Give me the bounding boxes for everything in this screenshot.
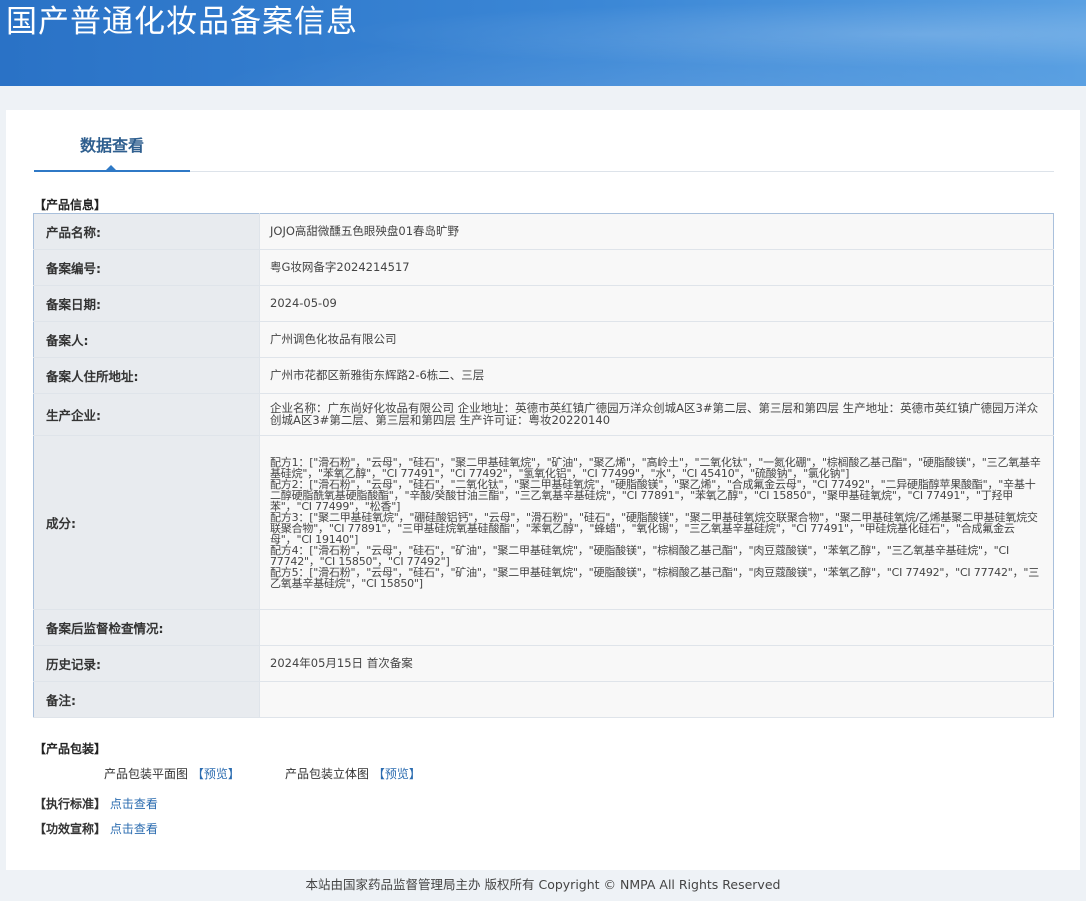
ingredients-value: 配方1：["滑石粉"，"云母"，"硅石"，"聚二甲基硅氧烷"，"矿油"，"聚乙烯… <box>259 435 1054 610</box>
product-info-table: 产品名称: JOJO高甜微醺五色眼殃盘01春岛旷野 备案编号: 粤G妆网备字20… <box>33 213 1054 718</box>
section-title-packaging: 【产品包装】 <box>34 742 107 756</box>
efficacy-view-link[interactable]: 点击查看 <box>110 822 158 836</box>
standard-row: 【执行标准】 点击查看 <box>34 795 158 812</box>
table-row: 产品名称: JOJO高甜微醺五色眼殃盘01春岛旷野 <box>33 213 1054 250</box>
table-row: 备案后监督检查情况: <box>33 609 1054 646</box>
standard-view-link[interactable]: 点击查看 <box>110 797 158 811</box>
row-value: 广州调色化妆品有限公司 <box>259 321 1054 358</box>
package-flat-row: 产品包装平面图 【预览】 <box>104 765 240 782</box>
package-flat-label: 产品包装平面图 <box>104 767 189 781</box>
standard-label: 【执行标准】 <box>34 797 107 811</box>
table-row: 备注: <box>33 681 1054 718</box>
table-row: 生产企业: 企业名称：广东尚好化妆品有限公司 企业地址：英德市英红镇广德园万洋众… <box>33 393 1054 436</box>
page-header: 国产普通化妆品备案信息 <box>0 0 1086 86</box>
row-value: 粤G妆网备字2024214517 <box>259 249 1054 286</box>
table-row: 成分: 配方1：["滑石粉"，"云母"，"硅石"，"聚二甲基硅氧烷"，"矿油"，… <box>33 435 1054 610</box>
table-row: 历史记录: 2024年05月15日 首次备案 <box>33 645 1054 682</box>
package-solid-label: 产品包装立体图 <box>285 767 370 781</box>
table-row: 备案日期: 2024-05-09 <box>33 285 1054 322</box>
table-row: 备案编号: 粤G妆网备字2024214517 <box>33 249 1054 286</box>
row-value: 广州市花都区新雅街东辉路2-6栋二、三层 <box>259 357 1054 394</box>
row-label: 备案编号: <box>33 249 260 286</box>
row-value <box>259 609 1054 646</box>
table-row: 备案人: 广州调色化妆品有限公司 <box>33 321 1054 358</box>
row-label: 生产企业: <box>33 393 260 436</box>
row-label: 备案人: <box>33 321 260 358</box>
row-value <box>259 681 1054 718</box>
tab-data-view[interactable]: 数据查看 <box>34 110 190 172</box>
efficacy-row: 【功效宣称】 点击查看 <box>34 820 158 837</box>
row-label: 备案人住所地址: <box>33 357 260 394</box>
main-panel: 数据查看 【产品信息】 产品名称: JOJO高甜微醺五色眼殃盘01春岛旷野 备案… <box>6 110 1080 870</box>
row-value: 2024年05月15日 首次备案 <box>259 645 1054 682</box>
package-solid-preview-link[interactable]: 【预览】 <box>373 767 421 781</box>
page-title: 国产普通化妆品备案信息 <box>6 4 358 40</box>
section-title-product-info: 【产品信息】 <box>34 198 107 212</box>
row-label: 备注: <box>33 681 260 718</box>
package-solid-row: 产品包装立体图 【预览】 <box>285 765 421 782</box>
efficacy-label: 【功效宣称】 <box>34 822 107 836</box>
tab-bar: 数据查看 <box>34 110 1054 172</box>
row-label: 历史记录: <box>33 645 260 682</box>
row-label: 备案后监督检查情况: <box>33 609 260 646</box>
row-label: 成分: <box>33 435 260 610</box>
row-value: 2024-05-09 <box>259 285 1054 322</box>
tab-caret-icon <box>105 165 117 171</box>
row-value: JOJO高甜微醺五色眼殃盘01春岛旷野 <box>259 213 1054 250</box>
row-value: 企业名称：广东尚好化妆品有限公司 企业地址：英德市英红镇广德园万洋众创城A区3#… <box>259 393 1054 436</box>
package-flat-preview-link[interactable]: 【预览】 <box>192 767 240 781</box>
table-row: 备案人住所地址: 广州市花都区新雅街东辉路2-6栋二、三层 <box>33 357 1054 394</box>
row-label: 产品名称: <box>33 213 260 250</box>
row-label: 备案日期: <box>33 285 260 322</box>
footer: 本站由国家药品监督管理局主办 版权所有 Copyright © NMPA All… <box>305 877 781 892</box>
